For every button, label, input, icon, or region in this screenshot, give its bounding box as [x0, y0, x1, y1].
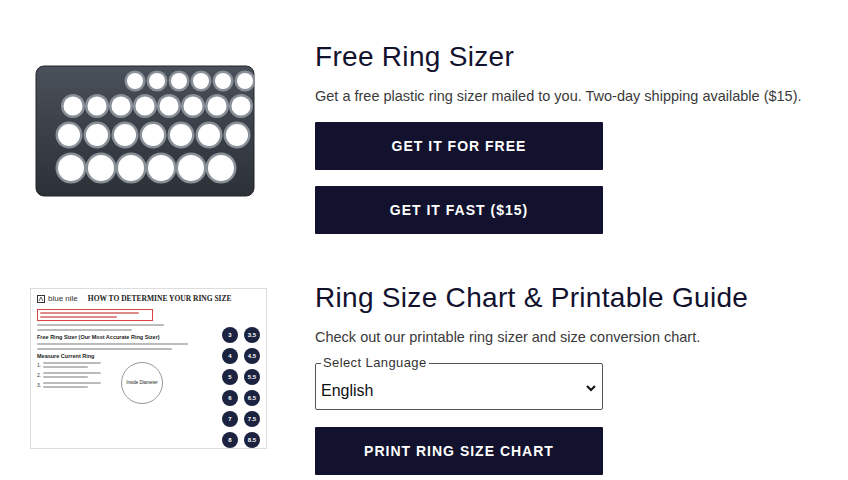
section-description: Check out our printable ring sizer and s…	[315, 328, 700, 346]
size-circle: 7.5	[244, 411, 260, 427]
select-label: Select Language	[321, 355, 429, 371]
guide-note	[37, 309, 153, 321]
guide-media: blue nile HOW TO DETERMINE YOUR RING SIZE…	[30, 281, 315, 475]
free-ring-sizer-section: Free Ring Sizer Get a free plastic ring s…	[30, 0, 848, 234]
diameter-label: Inside Diameter	[126, 381, 158, 386]
guide-step: 1.	[37, 362, 107, 368]
size-circle: 5.5	[244, 369, 260, 385]
guide-brand: blue nile	[48, 294, 78, 303]
size-circle: 5	[222, 369, 238, 385]
guide-steps: 1. 2. 3. Inside Diameter	[37, 362, 196, 404]
section-title: Ring Size Chart & Printable Guide	[315, 281, 748, 315]
size-circle: 8	[222, 432, 238, 448]
order-sizer-button[interactable]: GET IT FAST ($15)	[315, 186, 603, 234]
guide-step-list: 1. 2. 3.	[37, 362, 107, 404]
size-circle: 6	[222, 390, 238, 406]
brand-mark-icon	[37, 295, 45, 303]
size-chart-section: blue nile HOW TO DETERMINE YOUR RING SIZE…	[30, 281, 848, 475]
size-circle: 8.5	[244, 432, 260, 448]
guide-preview: blue nile HOW TO DETERMINE YOUR RING SIZE…	[30, 288, 267, 449]
chevron-down-icon	[586, 385, 596, 392]
language-select[interactable]: Select LanguageEnglish	[315, 363, 603, 410]
guide-header: blue nile HOW TO DETERMINE YOUR RING SIZE	[37, 294, 260, 303]
page: Free Ring Sizer Get a free plastic ring s…	[0, 0, 848, 480]
size-circle: 3.5	[244, 327, 260, 343]
guide-left: Free Ring Sizer (Our Most Accurate Ring …	[37, 309, 196, 448]
guide-section-title: Free Ring Sizer (Our Most Accurate Ring …	[37, 334, 196, 340]
select-value: English	[321, 382, 373, 400]
button-group: GET IT FOR FREE GET IT FAST ($15)	[315, 122, 603, 234]
ring-sizer-media	[30, 40, 315, 234]
size-chart-content: Ring Size Chart & Printable Guide Check o…	[315, 281, 835, 475]
guide-section-title: Measure Current Ring	[37, 353, 196, 359]
size-circle: 4.5	[244, 348, 260, 364]
size-circle: 3	[222, 327, 238, 343]
size-circle: 6.5	[244, 390, 260, 406]
guide-size-grid: 3 3.5 4 4.5 5 5.5 6 6.5 7 7.5 8 8.5	[222, 327, 260, 448]
guide-diagram: Inside Diameter	[121, 362, 163, 404]
guide-logo: blue nile	[37, 294, 78, 303]
free-ring-sizer-content: Free Ring Sizer Get a free plastic ring s…	[315, 40, 835, 234]
order-sizer-button[interactable]: GET IT FOR FREE	[315, 122, 603, 170]
ring-sizer-photo-icon	[35, 65, 255, 197]
guide-step: 2.	[37, 372, 107, 378]
print-chart-button[interactable]: PRINT RING SIZE CHART	[315, 427, 603, 475]
guide-body: Free Ring Sizer (Our Most Accurate Ring …	[37, 309, 260, 448]
section-description: Get a free plastic ring sizer mailed to …	[315, 87, 802, 105]
guide-heading: HOW TO DETERMINE YOUR RING SIZE	[88, 294, 232, 303]
size-circle: 4	[222, 348, 238, 364]
size-circle: 7	[222, 411, 238, 427]
section-title: Free Ring Sizer	[315, 40, 514, 74]
guide-step: 3.	[37, 382, 107, 388]
